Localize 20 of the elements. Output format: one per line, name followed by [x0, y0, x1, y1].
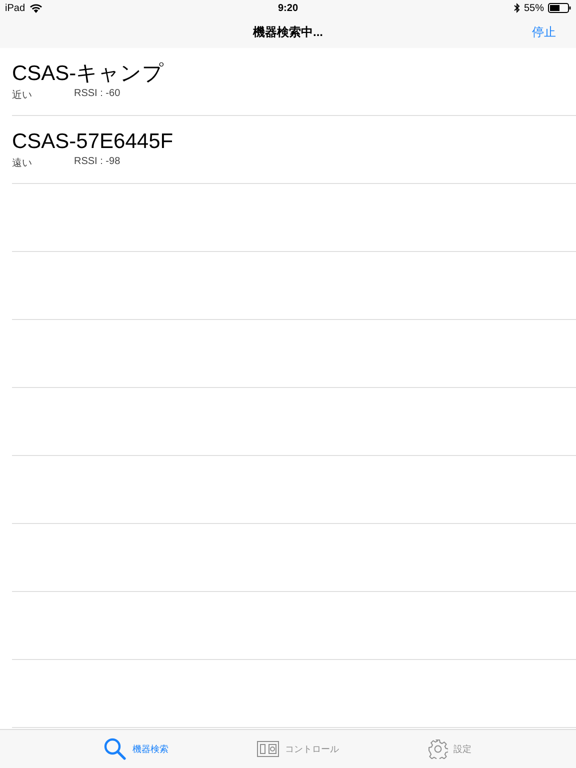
- device-name: iPad: [5, 2, 26, 14]
- rssi-label: RSSI : -98: [74, 156, 120, 168]
- stop-button[interactable]: 停止: [528, 22, 560, 43]
- outlet-icon: [256, 741, 279, 757]
- battery-icon: [548, 3, 571, 13]
- distance-label: 近い: [12, 88, 33, 102]
- nav-title: 機器検索中...: [252, 24, 323, 40]
- battery-percent: 55%: [524, 2, 544, 14]
- tab-item[interactable]: コントロール: [256, 741, 339, 757]
- tab-item[interactable]: 機器検索: [104, 738, 168, 760]
- distance-label: 遠い: [12, 156, 33, 170]
- settings-icon: [428, 739, 448, 759]
- status-time: 9:20: [278, 2, 298, 14]
- rssi-label: RSSI : -60: [74, 88, 120, 100]
- tab-item[interactable]: 設定: [428, 739, 472, 759]
- bluetooth-icon: [514, 3, 520, 13]
- device-name: CSAS-57E6445F: [12, 130, 174, 154]
- wifi-icon: [30, 4, 42, 12]
- search-icon: [104, 738, 126, 760]
- device-name: CSAS-キャンプ: [12, 62, 166, 86]
